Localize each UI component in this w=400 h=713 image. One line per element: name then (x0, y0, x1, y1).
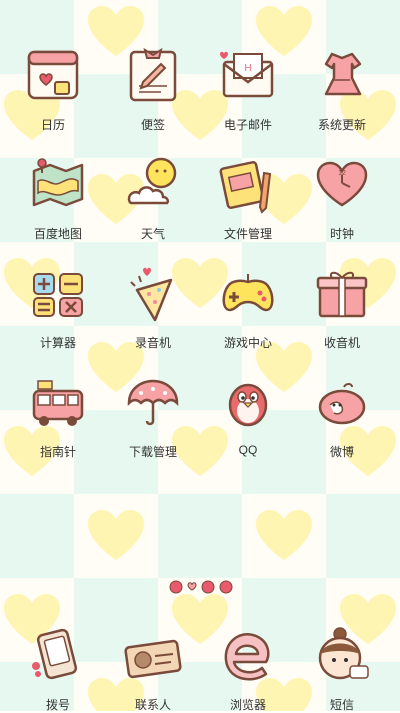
app-label: 指南针 (39, 445, 76, 459)
gift-box-icon (316, 271, 368, 318)
notepad-icon (129, 47, 177, 102)
wallpaper-tile (0, 494, 74, 578)
app-label: 联系人 (134, 698, 171, 712)
dock-app-messages[interactable]: 短信 (292, 592, 392, 712)
app-qq[interactable]: QQ (198, 339, 298, 457)
contact-card-icon (124, 639, 182, 679)
umbrella-icon (127, 379, 179, 426)
app-file-manager[interactable]: 文件管理 (198, 121, 298, 241)
dock-app-dialer[interactable]: 拨号 (8, 592, 108, 712)
wallpaper-tile (158, 494, 242, 578)
app-clock[interactable]: 12 时钟 (292, 121, 392, 241)
app-notepad[interactable]: 便签 (103, 12, 203, 132)
wallpaper-tile (326, 494, 400, 578)
browser-e-icon (224, 633, 270, 681)
app-label: QQ (238, 443, 258, 457)
app-label: 短信 (329, 698, 354, 712)
app-system-update[interactable]: 系统更新 (292, 12, 392, 132)
app-label: 拨号 (45, 698, 70, 712)
app-email[interactable]: H 电子邮件 (198, 12, 298, 132)
app-label: 下载管理 (128, 445, 177, 459)
app-calculator[interactable]: 计算器 (8, 230, 108, 350)
heart-clock-icon: 12 (316, 161, 368, 207)
svg-text:H: H (244, 63, 251, 74)
app-compass[interactable]: 指南针 (8, 339, 108, 459)
bus-icon (32, 380, 84, 426)
phone-icon (32, 628, 78, 680)
dock-app-contacts[interactable]: 联系人 (103, 592, 203, 712)
notebook-pencil-icon (219, 161, 272, 214)
app-label: 微博 (329, 445, 354, 459)
girl-face-icon (318, 627, 369, 680)
wallpaper-heart-icon (88, 510, 144, 560)
app-radio[interactable]: 收音机 (292, 230, 392, 350)
sun-cloud-icon (127, 157, 177, 205)
app-recorder[interactable]: 录音机 (103, 230, 203, 350)
app-baidu-map[interactable]: 百度地图 (8, 121, 108, 241)
calendar-icon (27, 50, 79, 100)
app-weibo[interactable]: 微博 (292, 339, 392, 459)
app-label: 浏览器 (229, 698, 266, 712)
penguin-icon (228, 383, 268, 427)
app-game-center[interactable]: 游戏中心 (198, 230, 298, 350)
party-cone-icon (130, 267, 173, 322)
calculator-symbols-icon (33, 273, 83, 317)
wallpaper-heart-icon (256, 510, 312, 560)
app-weather[interactable]: 天气 (103, 121, 203, 241)
envelope-icon: H (220, 51, 274, 98)
map-icon (32, 158, 84, 207)
app-download-manager[interactable]: 下载管理 (103, 339, 203, 459)
gamepad-icon (222, 274, 274, 312)
dock-app-browser[interactable]: 浏览器 (198, 592, 298, 712)
dress-icon (324, 52, 362, 96)
app-calendar[interactable]: 日历 (3, 12, 103, 132)
pink-bird-icon (318, 383, 366, 425)
